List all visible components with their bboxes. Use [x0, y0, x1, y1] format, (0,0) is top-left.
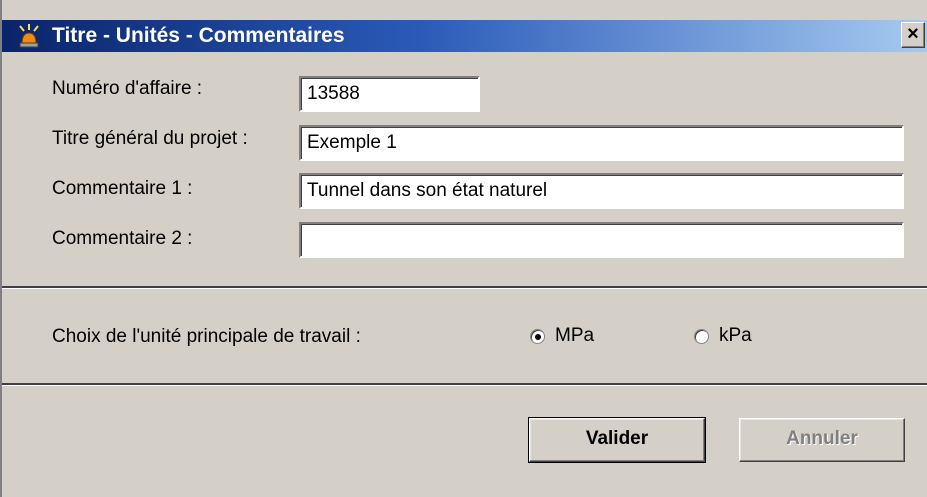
titre-projet-label: Titre général du projet :: [52, 128, 248, 149]
radio-selected-dot: [535, 333, 541, 340]
commentaire-2-label: Commentaire 2 :: [52, 228, 193, 249]
radio-kpa-label[interactable]: kPa: [719, 325, 752, 347]
separator-top: [2, 286, 927, 289]
cancel-button[interactable]: Annuler: [739, 418, 905, 462]
radio-mpa[interactable]: MPa: [530, 325, 594, 347]
radio-kpa-circle[interactable]: [694, 328, 709, 344]
unit-choice-label: Choix de l'unité principale de travail :: [52, 326, 361, 347]
commentaire-2-input[interactable]: [299, 222, 904, 258]
window-title: Titre - Unités - Commentaires: [52, 24, 345, 47]
commentaire-1-input[interactable]: [299, 173, 904, 209]
title-bar[interactable]: Titre - Unités - Commentaires ×: [2, 20, 927, 52]
commentaire-1-label: Commentaire 1 :: [52, 178, 193, 199]
dialog-window: Titre - Unités - Commentaires × Numéro d…: [0, 0, 927, 497]
numero-affaire-label: Numéro d'affaire :: [52, 78, 203, 99]
radio-kpa[interactable]: kPa: [694, 325, 752, 347]
radio-mpa-circle[interactable]: [530, 328, 545, 344]
warning-light-icon: [16, 24, 42, 48]
numero-affaire-input[interactable]: [299, 76, 480, 112]
titre-projet-input[interactable]: [299, 125, 904, 161]
radio-mpa-label[interactable]: MPa: [555, 325, 594, 347]
validate-button[interactable]: Valider: [528, 417, 706, 463]
close-button[interactable]: ×: [901, 22, 925, 48]
separator-bottom: [2, 383, 927, 386]
